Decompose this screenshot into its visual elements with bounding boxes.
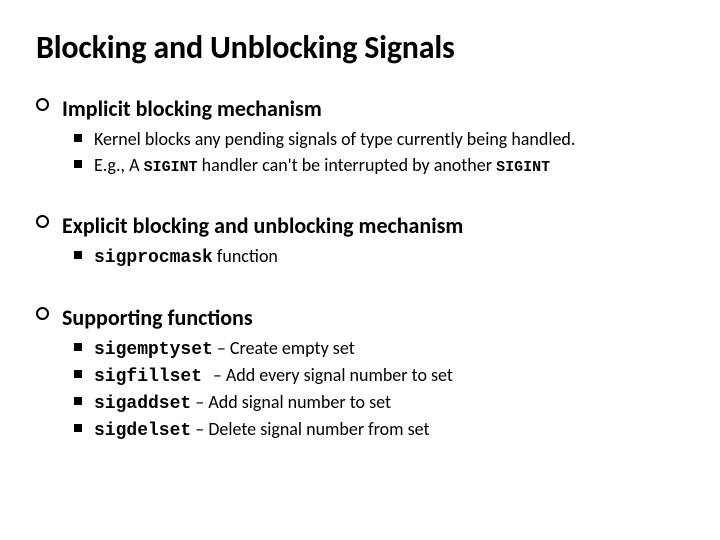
- square-bullet-icon: [74, 134, 82, 142]
- heading-text: Explicit blocking and unblocking mechani…: [62, 212, 463, 239]
- bullet-item: sigaddset – Add signal number to set: [36, 391, 684, 414]
- bullet-text-post: – Add every signal number to set: [213, 364, 453, 386]
- heading-text: Supporting functions: [62, 304, 253, 331]
- bullet-item: sigdelset – Delete signal number from se…: [36, 418, 684, 441]
- bullet-item: E.g., A SIGINT handler can't be interrup…: [36, 154, 684, 176]
- square-bullet-icon: [74, 343, 82, 351]
- slide-title: Blocking and Unblocking Signals: [36, 28, 684, 67]
- spacer: [36, 272, 684, 304]
- bullet-text-post: – Delete signal number from set: [191, 418, 429, 440]
- inline-code: sigemptyset: [94, 340, 213, 360]
- square-bullet-icon: [74, 370, 82, 378]
- section-heading: Supporting functions: [36, 304, 684, 331]
- square-bullet-icon: [74, 251, 82, 259]
- inline-code: SIGINT: [144, 159, 198, 176]
- section-heading: Implicit blocking mechanism: [36, 95, 684, 122]
- inline-code: SIGINT: [496, 159, 550, 176]
- square-bullet-icon: [74, 160, 82, 168]
- circle-bullet-icon: [36, 215, 49, 228]
- inline-code: sigdelset: [94, 421, 191, 441]
- bullet-text: Kernel blocks any pending signals of typ…: [94, 128, 575, 150]
- square-bullet-icon: [74, 424, 82, 432]
- inline-code: sigfillset: [94, 367, 213, 387]
- bullet-item: sigfillset – Add every signal number to …: [36, 364, 684, 387]
- bullet-text-pre: E.g., A: [94, 154, 144, 176]
- inline-code: sigaddset: [94, 394, 191, 414]
- section-heading: Explicit blocking and unblocking mechani…: [36, 212, 684, 239]
- bullet-item: sigprocmask function: [36, 245, 684, 268]
- slide: Blocking and Unblocking Signals Implicit…: [0, 0, 720, 540]
- bullet-item: sigemptyset – Create empty set: [36, 337, 684, 360]
- square-bullet-icon: [74, 397, 82, 405]
- bullet-text-mid: handler can't be interrupted by another: [198, 154, 496, 176]
- circle-bullet-icon: [36, 307, 49, 320]
- spacer: [36, 180, 684, 212]
- bullet-text-post: – Create empty set: [213, 337, 355, 359]
- bullet-text-post: function: [213, 245, 278, 267]
- inline-code: sigprocmask: [94, 248, 213, 268]
- bullet-text-post: – Add signal number to set: [191, 391, 391, 413]
- circle-bullet-icon: [36, 98, 49, 111]
- heading-text: Implicit blocking mechanism: [62, 95, 322, 122]
- bullet-item: Kernel blocks any pending signals of typ…: [36, 128, 684, 150]
